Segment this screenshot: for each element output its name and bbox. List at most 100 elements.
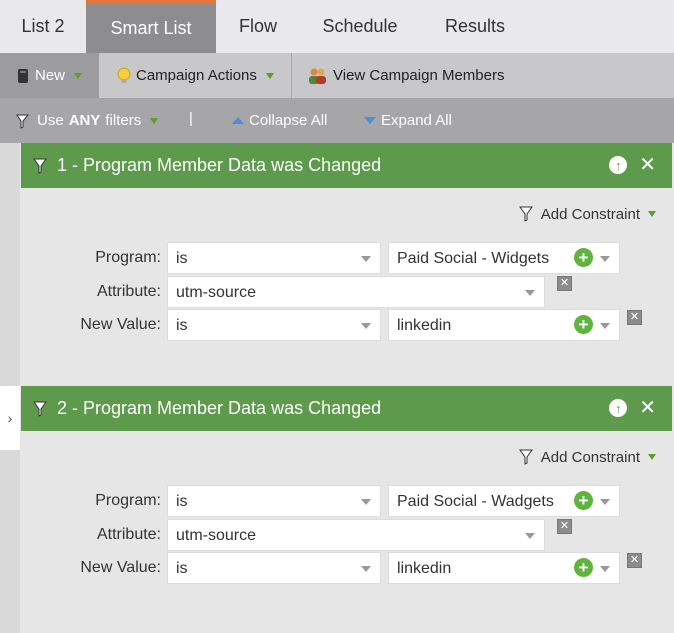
- collapse-all-label: Collapse All: [249, 112, 328, 129]
- attribute-select[interactable]: utm-source: [167, 519, 545, 551]
- filter-card-1: 1 - Program Member Data was Changed ↑ ✕ …: [21, 143, 672, 374]
- chevron-down-icon: [648, 211, 656, 217]
- chevron-down-icon: [600, 256, 610, 262]
- move-up-icon[interactable]: ↑: [609, 399, 628, 417]
- chevron-down-icon: [74, 72, 83, 79]
- tab-list-2[interactable]: List 2: [0, 0, 86, 53]
- expand-icon: [364, 117, 376, 124]
- filter-card-2: 2 - Program Member Data was Changed ↑ ✕ …: [21, 386, 672, 617]
- chevron-down-icon: [600, 323, 610, 329]
- toolbar: New Campaign Actions View Campaign Membe…: [0, 53, 674, 98]
- add-constraint-label: Add Constraint: [540, 448, 640, 466]
- use-any-filters-dropdown[interactable]: Use ANY filters: [16, 112, 159, 129]
- new-value-operator-select[interactable]: is: [167, 552, 381, 584]
- filter-header[interactable]: 2 - Program Member Data was Changed ↑ ✕: [21, 386, 672, 431]
- people-icon: [309, 68, 326, 84]
- tab-smart-list[interactable]: Smart List: [86, 0, 216, 53]
- attribute-label: Attribute:: [96, 526, 161, 543]
- chevron-down-icon: [361, 256, 371, 262]
- move-up-icon[interactable]: ↑: [609, 156, 628, 174]
- collapse-all-button[interactable]: Collapse All: [232, 112, 327, 129]
- chevron-down-icon: [150, 117, 159, 124]
- filter-logic-bar: Use ANY filters | Collapse All Expand Al…: [0, 98, 674, 143]
- campaign-actions-label: Campaign Actions: [136, 67, 257, 84]
- view-campaign-members-button[interactable]: View Campaign Members: [292, 53, 516, 98]
- delete-constraint-icon[interactable]: ✕: [557, 276, 572, 291]
- new-value-row: New Value: is linkedin + ✕: [21, 309, 672, 341]
- attribute-value: utm-source: [176, 284, 257, 301]
- close-icon[interactable]: ✕: [639, 155, 656, 175]
- chevron-down-icon: [361, 566, 371, 572]
- filter-body: Add Constraint Program: is Paid Social -…: [21, 431, 672, 617]
- funnel-icon: [16, 114, 30, 129]
- filter-header[interactable]: 1 - Program Member Data was Changed ↑ ✕: [21, 143, 672, 188]
- filter-separator: |: [189, 110, 193, 127]
- program-operator-select[interactable]: is: [167, 485, 381, 517]
- program-operator-value: is: [176, 493, 188, 510]
- delete-constraint-icon[interactable]: ✕: [627, 310, 642, 325]
- tab-bar: List 2 Smart List Flow Schedule Results: [0, 0, 674, 53]
- chevron-down-icon: [361, 499, 371, 505]
- program-value: Paid Social - Wadgets: [397, 493, 554, 510]
- new-value-label: New Value:: [80, 559, 161, 576]
- new-value-row: New Value: is linkedin + ✕: [21, 552, 672, 584]
- new-document-icon: [18, 68, 28, 83]
- view-campaign-members-label: View Campaign Members: [333, 67, 505, 84]
- delete-constraint-icon[interactable]: ✕: [627, 553, 642, 568]
- program-label: Program:: [95, 249, 161, 266]
- add-value-icon[interactable]: +: [574, 315, 593, 334]
- filters-label: filters: [105, 112, 142, 129]
- add-value-icon[interactable]: +: [574, 558, 593, 577]
- new-button[interactable]: New: [0, 53, 99, 98]
- tab-schedule[interactable]: Schedule: [300, 0, 420, 53]
- funnel-icon: [33, 401, 47, 417]
- add-constraint-button[interactable]: Add Constraint: [518, 448, 656, 466]
- use-label: Use: [37, 112, 64, 129]
- chevron-down-icon: [600, 566, 610, 572]
- program-value: Paid Social - Widgets: [397, 250, 550, 267]
- new-button-label: New: [35, 67, 66, 84]
- funnel-icon: [518, 206, 533, 222]
- expand-panel-toggle[interactable]: ›: [0, 386, 20, 450]
- lightbulb-icon: [117, 67, 131, 83]
- program-operator-select[interactable]: is: [167, 242, 381, 274]
- attribute-label: Attribute:: [96, 283, 161, 300]
- use-any-value: ANY: [68, 112, 101, 129]
- chevron-down-icon: [648, 454, 656, 460]
- chevron-right-icon: ›: [7, 410, 13, 426]
- new-value-operator: is: [176, 560, 188, 577]
- chevron-down-icon: [265, 72, 274, 79]
- expand-all-button[interactable]: Expand All: [364, 112, 452, 129]
- funnel-icon: [33, 158, 47, 174]
- close-icon[interactable]: ✕: [639, 398, 656, 418]
- attribute-select[interactable]: utm-source: [167, 276, 545, 308]
- add-value-icon[interactable]: +: [574, 248, 593, 267]
- chevron-down-icon: [600, 499, 610, 505]
- delete-constraint-icon[interactable]: ✕: [557, 519, 572, 534]
- new-value-operator-select[interactable]: is: [167, 309, 381, 341]
- new-value-value: linkedin: [397, 560, 452, 577]
- funnel-icon: [518, 449, 533, 465]
- program-row: Program: is Paid Social - Wadgets +: [21, 485, 672, 517]
- chevron-down-icon: [525, 290, 535, 296]
- add-constraint-button[interactable]: Add Constraint: [518, 205, 656, 223]
- program-row: Program: is Paid Social - Widgets +: [21, 242, 672, 274]
- attribute-row: Attribute: utm-source ✕: [21, 276, 672, 308]
- tab-results[interactable]: Results: [420, 0, 530, 53]
- filter-body: Add Constraint Program: is Paid Social -…: [21, 188, 672, 374]
- campaign-actions-button[interactable]: Campaign Actions: [99, 53, 291, 98]
- program-label: Program:: [95, 492, 161, 509]
- collapse-icon: [232, 117, 244, 124]
- new-value-operator: is: [176, 317, 188, 334]
- attribute-row: Attribute: utm-source ✕: [21, 519, 672, 551]
- expand-all-label: Expand All: [381, 112, 452, 129]
- add-value-icon[interactable]: +: [574, 491, 593, 510]
- new-value-value: linkedin: [397, 317, 452, 334]
- chevron-down-icon: [525, 533, 535, 539]
- tab-flow[interactable]: Flow: [216, 0, 300, 53]
- filter-title: 2 - Program Member Data was Changed: [57, 398, 382, 418]
- program-operator-value: is: [176, 250, 188, 267]
- add-constraint-label: Add Constraint: [540, 205, 640, 223]
- chevron-down-icon: [361, 323, 371, 329]
- attribute-value: utm-source: [176, 527, 257, 544]
